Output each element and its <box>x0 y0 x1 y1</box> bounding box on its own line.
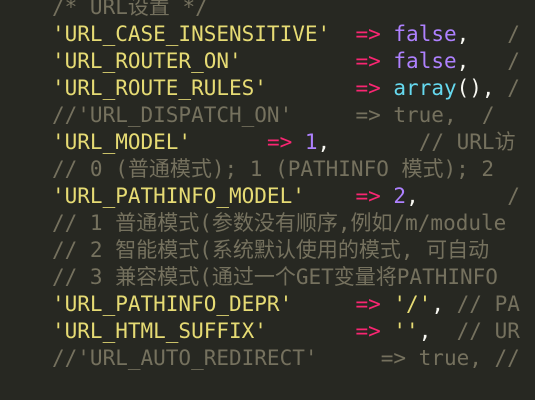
token-sp <box>292 103 355 127</box>
token-comment: // 3 兼容模式(通过一个GET变量将PATHINFO <box>52 265 498 289</box>
code-line-url-html-suffix[interactable]: 'URL_HTML_SUFFIX' => '', // UR <box>52 318 520 345</box>
token-sp <box>444 292 457 316</box>
token-sp <box>267 319 356 343</box>
code-line-pathinfo-mode-2-comment[interactable]: // 2 智能模式(系统默认使用的模式, 可自动 <box>52 237 489 264</box>
token-op: => <box>355 49 381 73</box>
code-line-url-model-options-comment[interactable]: // 0 (普通模式); 1 (PATHINFO 模式); 2 <box>52 156 494 183</box>
token-bool: false <box>393 49 457 73</box>
token-comment: => true, / <box>355 103 495 127</box>
token-op: => <box>355 319 381 343</box>
token-sp <box>419 184 508 208</box>
token-comment: => true, // <box>380 346 520 370</box>
token-str: 'URL_MODEL' <box>52 130 192 154</box>
token-comment: // 0 (普通模式); 1 (PATHINFO 模式); 2 <box>52 157 495 181</box>
token-comment: //'URL_DISPATCH_ON' <box>52 103 293 127</box>
token-bool: false <box>393 22 457 46</box>
token-sp <box>330 22 355 46</box>
token-sp <box>381 49 394 73</box>
token-str: '' <box>393 319 419 343</box>
token-str: 'URL_ROUTER_ON' <box>52 49 242 73</box>
code-line-pathinfo-mode-1-comment[interactable]: // 1 普通模式(参数没有顺序,例如/m/module <box>52 210 506 237</box>
token-str: 'URL_HTML_SUFFIX' <box>52 319 267 343</box>
code-editor[interactable]: /* URL设置 */ 'URL_CASE_INSENSITIVE' => fal… <box>0 0 535 400</box>
token-op: => <box>266 130 293 154</box>
token-sp <box>381 292 394 316</box>
token-punc: , <box>418 319 432 343</box>
code-line-url-settings-comment[interactable]: /* URL设置 */ <box>52 0 208 21</box>
code-line-url-case-insensitive[interactable]: 'URL_CASE_INSENSITIVE' => false, / <box>52 21 520 48</box>
token-op: => <box>355 292 381 316</box>
token-comment: // UR <box>456 319 520 343</box>
token-comment: //'URL_AUTO_REDIRECT' <box>52 346 318 370</box>
token-sp <box>242 49 356 73</box>
token-sp <box>318 346 381 370</box>
token-str: 'URL_PATHINFO_DEPR' <box>52 292 293 316</box>
token-punc: , <box>431 292 444 316</box>
token-punc: (), <box>456 76 495 100</box>
token-sp <box>292 292 355 316</box>
token-comment: / <box>507 49 520 73</box>
code-line-url-pathinfo-depr[interactable]: 'URL_PATHINFO_DEPR' => '/', // PA <box>52 291 520 318</box>
token-sp <box>191 130 267 154</box>
code-line-url-model[interactable]: 'URL_MODEL' => 1, // URL访 <box>52 129 516 156</box>
token-comment: / <box>507 76 520 100</box>
token-sp <box>381 22 394 46</box>
code-line-url-pathinfo-model[interactable]: 'URL_PATHINFO_MODEL' => 2, / <box>52 183 520 210</box>
token-sp <box>495 76 508 100</box>
token-sp <box>381 184 394 208</box>
token-sp <box>381 319 394 343</box>
code-line-url-router-on[interactable]: 'URL_ROUTER_ON' => false, / <box>52 48 520 75</box>
code-line-url-route-rules[interactable]: 'URL_ROUTE_RULES' => array(), / <box>52 75 520 102</box>
code-line-url-auto-redirect-comment[interactable]: //'URL_AUTO_REDIRECT' => true, // <box>52 345 520 372</box>
code-line-pathinfo-mode-3-comment[interactable]: // 3 兼容模式(通过一个GET变量将PATHINFO <box>52 264 498 291</box>
token-punc: , <box>456 22 470 46</box>
token-sp <box>305 184 356 208</box>
token-str: 'URL_PATHINFO_MODEL' <box>52 184 305 208</box>
token-comment: // 2 智能模式(系统默认使用的模式, 可自动 <box>52 238 490 262</box>
code-line-url-dispatch-on-comment[interactable]: //'URL_DISPATCH_ON' => true, / <box>52 102 495 129</box>
token-sp <box>267 76 356 100</box>
token-comment: // PA <box>456 292 520 316</box>
token-punc: , <box>456 49 470 73</box>
token-comment: /* URL设置 */ <box>52 0 208 19</box>
token-sp <box>381 76 394 100</box>
token-str: 'URL_CASE_INSENSITIVE' <box>52 22 331 46</box>
token-num: 1 <box>304 130 318 154</box>
token-sp <box>431 319 456 343</box>
token-op: => <box>355 76 381 100</box>
token-op: => <box>355 22 381 46</box>
token-sp <box>292 130 305 154</box>
token-comment: / <box>507 184 520 208</box>
token-sp <box>330 130 419 154</box>
token-comment: / <box>507 22 520 46</box>
token-func: array <box>393 76 457 100</box>
token-comment: // 1 普通模式(参数没有顺序,例如/m/module <box>52 211 507 235</box>
token-str: 'URL_ROUTE_RULES' <box>52 76 267 100</box>
token-op: => <box>355 184 381 208</box>
token-str: '/' <box>393 292 432 316</box>
token-comment: // URL访 <box>418 130 516 154</box>
token-punc: , <box>317 130 331 154</box>
token-sp <box>469 22 507 46</box>
token-num: 2 <box>393 184 407 208</box>
token-punc: , <box>406 184 419 208</box>
token-sp <box>469 49 507 73</box>
